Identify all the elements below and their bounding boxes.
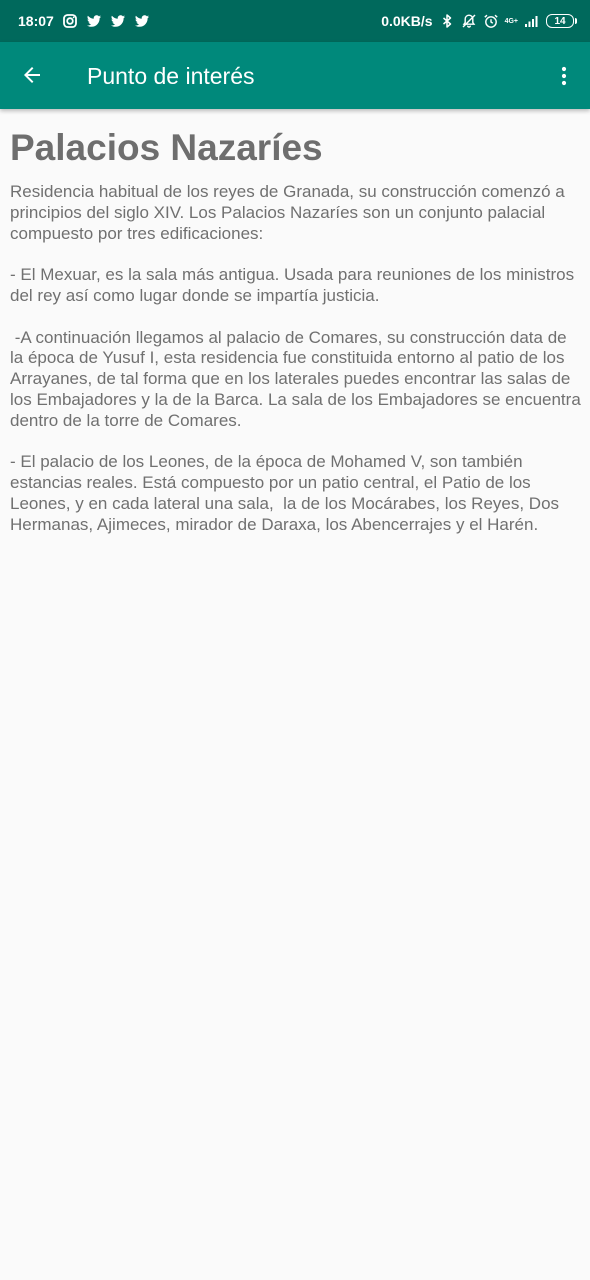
status-time: 18:07	[18, 13, 54, 29]
signal-icon	[524, 13, 540, 29]
bluetooth-icon	[439, 13, 455, 29]
twitter-icon	[110, 13, 126, 29]
network-speed: 0.0KB/s	[381, 13, 433, 29]
battery-level: 14	[554, 15, 566, 27]
twitter-icon	[134, 13, 150, 29]
more-vert-icon	[561, 66, 567, 86]
alarm-icon	[483, 13, 499, 29]
poi-title: Palacios Nazaríes	[10, 127, 323, 168]
status-bar: 18:07 0.0KB/s 4G+ 14	[0, 0, 590, 42]
twitter-icon	[86, 13, 102, 29]
notifications-off-icon	[461, 13, 477, 29]
app-bar-title: Punto de interés	[87, 63, 255, 89]
instagram-icon	[62, 13, 78, 29]
poi-content: Palacios Nazaríes Residencia habitual de…	[10, 124, 582, 536]
app-bar: Punto de interés	[0, 42, 590, 109]
more-options-button[interactable]	[552, 62, 576, 90]
status-bar-right: 0.0KB/s 4G+ 14	[381, 13, 577, 29]
poi-description: Residencia habitual de los reyes de Gran…	[10, 182, 581, 534]
status-bar-left: 18:07	[18, 13, 150, 29]
battery-icon: 14	[546, 14, 577, 28]
back-button[interactable]	[18, 61, 46, 89]
arrow-back-icon	[24, 67, 40, 83]
network-type: 4G+	[504, 17, 518, 25]
